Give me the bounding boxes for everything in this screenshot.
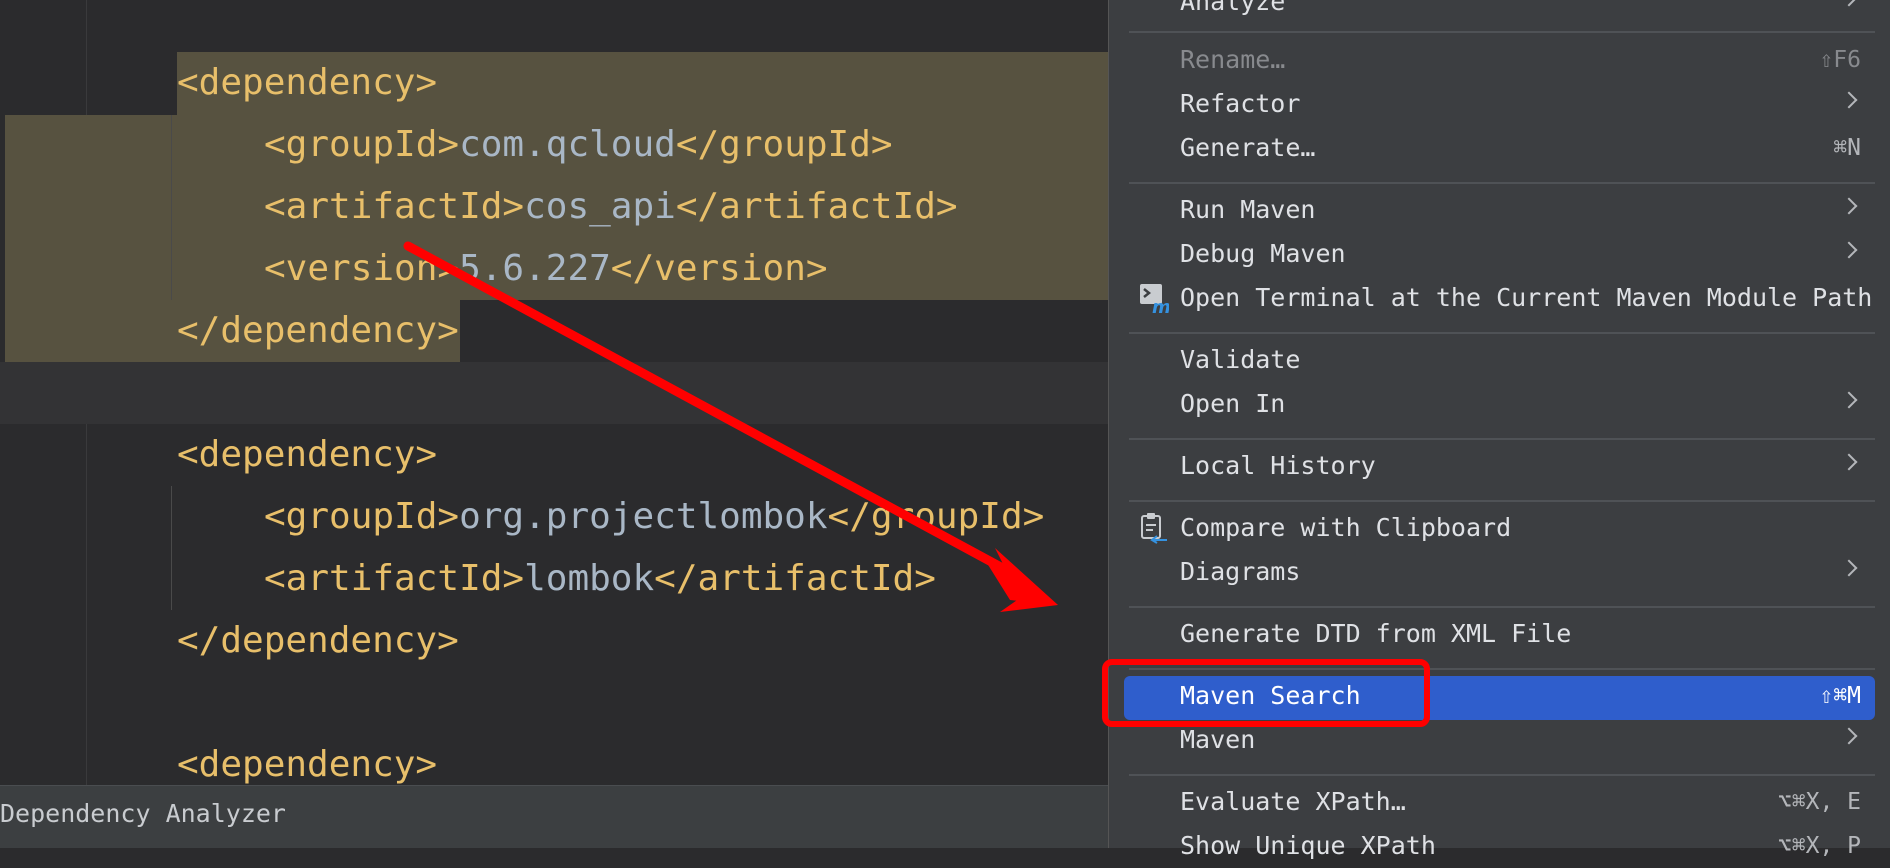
clipboard-compare-icon [1141,513,1167,544]
menu-item-local-history[interactable]: Local History [1109,444,1890,488]
xml-text: 5.6.227 [459,248,611,289]
menu-separator [1129,31,1875,33]
chevron-right-icon [1840,91,1858,109]
menu-item-open-in[interactable]: Open In [1109,382,1890,426]
code-line[interactable]: <groupId>com.qcloud</groupId> [264,114,893,176]
menu-item-open-terminal-maven[interactable]: m Open Terminal at the Current Maven Mod… [1109,276,1890,320]
xml-tag: <version> [264,248,460,289]
xml-tag: <artifactId> [264,558,525,599]
annotation-highlight-box [1102,659,1430,727]
menu-item-generate[interactable]: Generate… ⌘N [1109,126,1890,170]
chevron-right-icon [1840,241,1858,259]
menu-item-label: Validate [1180,345,1301,374]
xml-tag: <groupId> [264,496,460,537]
menu-separator [1129,606,1875,608]
menu-item-label: Generate DTD from XML File [1180,619,1572,648]
menu-item-label: Refactor [1180,89,1301,118]
menu-separator [1129,500,1875,502]
xml-text: lombok [524,558,655,599]
xml-tag: <groupId> [264,124,460,165]
code-line[interactable]: </dependency> [177,610,459,672]
xml-tag: </artifactId> [675,186,958,227]
chevron-right-icon [1840,453,1858,471]
menu-item-label: Evaluate XPath… [1180,787,1406,816]
menu-item-label: Local History [1180,451,1376,480]
code-line[interactable]: <artifactId>cos_api</artifactId> [264,176,958,238]
svg-text:m: m [1152,297,1169,314]
menu-item-label: Analyze [1180,0,1286,16]
chevron-right-icon [1840,391,1858,409]
menu-item-label: Open In [1180,389,1286,418]
menu-item-label: Show Unique XPath [1180,831,1436,860]
xml-tag: </groupId> [827,496,1045,537]
xml-tag: <artifactId> [264,186,525,227]
xml-tag: <dependency> [177,62,438,103]
xml-tag: </version> [610,248,828,289]
menu-item-label: Generate… [1180,133,1316,162]
xml-tag: </artifactId> [654,558,936,599]
dependency-analyzer-tab[interactable]: Dependency Analyzer [0,786,286,842]
menu-item-show-unique-xpath[interactable]: Show Unique XPath ⌥⌘X, P [1109,824,1890,868]
code-line[interactable]: <dependency> [177,424,437,486]
xml-tag: </dependency> [177,620,459,661]
xml-tag: </dependency> [177,310,459,351]
menu-item-label: Diagrams [1180,557,1301,586]
indent-guide [171,115,172,300]
chevron-right-icon [1840,727,1858,745]
code-line[interactable]: </dependency> [177,300,459,362]
menu-item-label: Rename… [1180,45,1286,74]
xml-tag: <dependency> [177,744,438,785]
code-line[interactable]: <groupId>org.projectlombok</groupId> [264,486,1044,548]
code-editor[interactable]: <dependency> <groupId>com.qcloud</groupI… [0,0,1108,848]
xml-text: com.qcloud [459,124,676,165]
xml-tag: </groupId> [675,124,893,165]
menu-separator [1129,332,1875,334]
menu-item-debug-maven[interactable]: Debug Maven [1109,232,1890,276]
menu-separator [1129,182,1875,184]
menu-item-compare-clipboard[interactable]: Compare with Clipboard [1109,506,1890,550]
xml-text: org.projectlombok [459,496,828,537]
menu-item-validate[interactable]: Validate [1109,338,1890,382]
chevron-right-icon [1840,197,1858,215]
menu-item-shortcut: ⇧F6 [1819,47,1861,73]
indent-guide [171,486,172,610]
current-line-highlight [0,362,1108,424]
menu-item-run-maven[interactable]: Run Maven [1109,188,1890,232]
menu-item-refactor[interactable]: Refactor [1109,82,1890,126]
menu-item-shortcut: ⌥⌘X, P [1777,833,1861,859]
menu-item-shortcut: ⌥⌘X, E [1777,789,1861,815]
menu-item-diagrams[interactable]: Diagrams [1109,550,1890,594]
code-line[interactable]: <version>5.6.227</version> [264,238,828,300]
code-line[interactable]: <dependency> [177,52,437,114]
menu-item-rename: Rename… ⇧F6 [1109,38,1890,82]
maven-terminal-icon: m [1140,284,1169,314]
chevron-right-icon [1840,0,1858,7]
menu-item-shortcut: ⇧⌘M [1819,683,1861,709]
menu-item-label: Compare with Clipboard [1180,513,1512,542]
menu-item-label: Open Terminal at the Current Maven Modul… [1180,283,1873,312]
status-bar: Dependency Analyzer [0,785,1108,848]
chevron-right-icon [1840,559,1858,577]
menu-separator [1129,774,1875,776]
menu-item-analyze[interactable]: Analyze [1109,0,1890,24]
code-line[interactable]: <artifactId>lombok</artifactId> [264,548,936,610]
xml-text: cos_api [524,186,676,227]
menu-separator [1129,438,1875,440]
menu-item-label: Debug Maven [1180,239,1346,268]
menu-item-shortcut: ⌘N [1833,135,1861,161]
menu-item-evaluate-xpath[interactable]: Evaluate XPath… ⌥⌘X, E [1109,780,1890,824]
xml-tag: <dependency> [177,434,438,475]
menu-item-generate-dtd[interactable]: Generate DTD from XML File [1109,612,1890,656]
menu-item-label: Run Maven [1180,195,1316,224]
